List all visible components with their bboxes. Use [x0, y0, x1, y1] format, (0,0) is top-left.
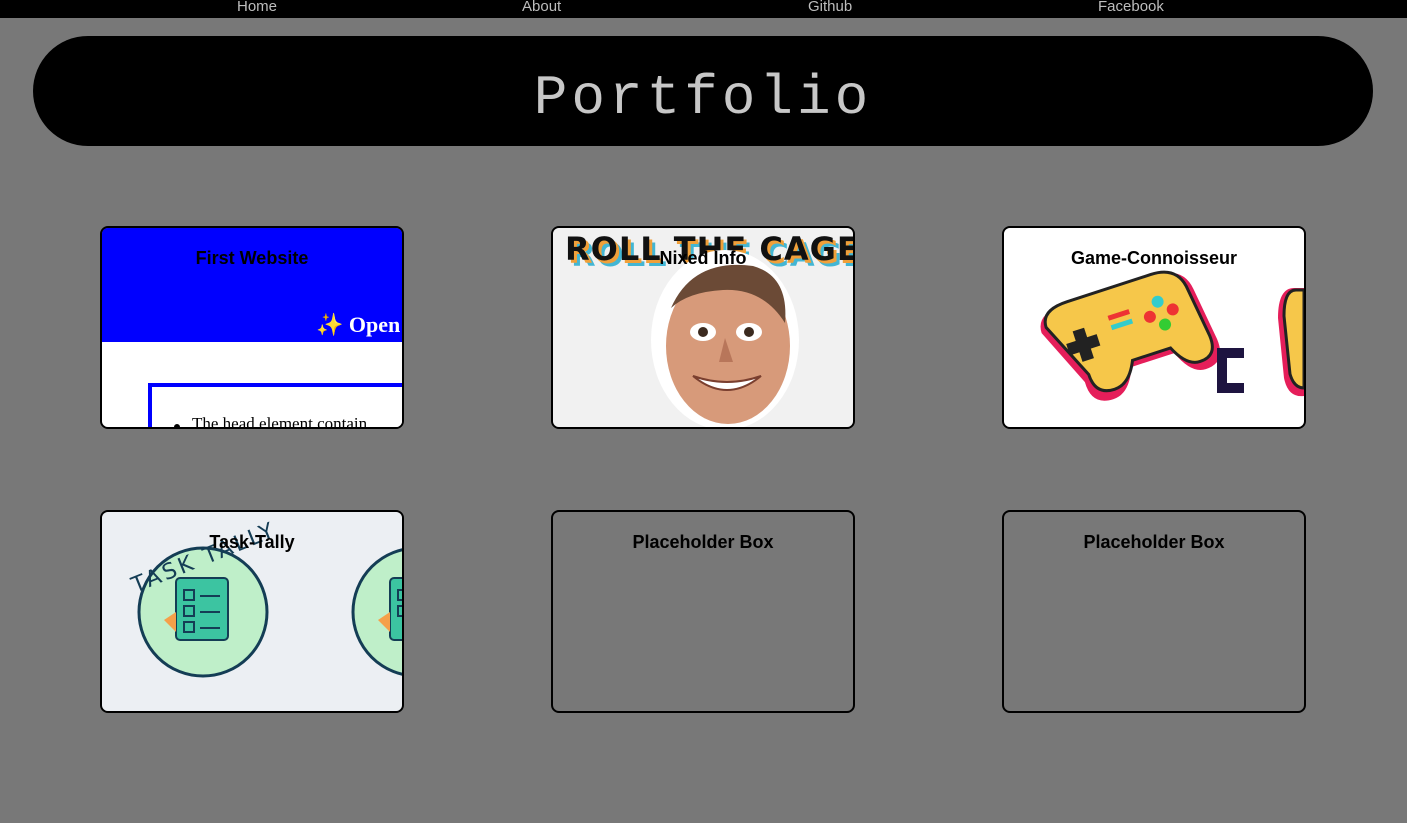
project-card-first-website[interactable]: ✨ Open The head element contain First We…: [100, 226, 404, 429]
project-card-nixed-info[interactable]: ROLL THE CAGE DI Nixed Info: [551, 226, 855, 429]
preview-heading: ✨ Open: [316, 312, 401, 337]
preview-text: The head element contain: [192, 414, 368, 429]
bullet-icon: [174, 424, 180, 427]
card-title: Placeholder Box: [1083, 532, 1225, 552]
page-title: Portfolio: [533, 66, 873, 130]
portfolio-banner: Portfolio: [33, 36, 1373, 146]
card-title: Task-Tally: [209, 532, 295, 552]
nav-link-about[interactable]: About: [522, 0, 561, 16]
project-card-placeholder-1[interactable]: Placeholder Box: [551, 510, 855, 713]
nav-link-home[interactable]: Home: [237, 0, 277, 16]
project-card-game-connoisseur[interactable]: Game-Connoisseur: [1002, 226, 1306, 429]
card-title: First Website: [195, 248, 309, 268]
nav-link-facebook[interactable]: Facebook: [1098, 0, 1164, 16]
nav-link-github[interactable]: Github: [808, 0, 852, 16]
project-card-task-tally[interactable]: TASK TALLY Task-Tally: [100, 510, 404, 713]
top-nav: Home About Github Facebook: [0, 0, 1407, 18]
card-title: Nixed Info: [659, 248, 747, 268]
project-card-placeholder-2[interactable]: Placeholder Box: [1002, 510, 1306, 713]
card-title: Game-Connoisseur: [1070, 248, 1238, 268]
card-title: Placeholder Box: [632, 532, 774, 552]
